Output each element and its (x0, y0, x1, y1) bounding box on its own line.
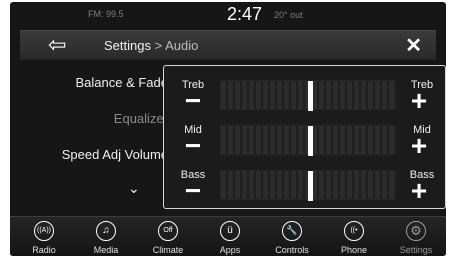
wrench-icon: 🔧 (282, 221, 302, 241)
bass-decrease-button[interactable]: − (173, 177, 213, 206)
menu-item-equalizer[interactable]: Equalizer (20, 111, 168, 126)
nav-controls-label: Controls (275, 245, 309, 255)
nav-climate[interactable]: Off Climate (140, 217, 196, 256)
mid-slider[interactable] (220, 125, 396, 156)
apps-icon: ü (220, 221, 240, 241)
outside-temperature: 20° out (274, 10, 303, 20)
eq-band-treble: Treb − Treb + (164, 74, 445, 115)
mid-decrease-button[interactable]: − (173, 132, 213, 161)
bass-slider[interactable] (220, 170, 396, 201)
treble-increase-button[interactable]: + (399, 87, 439, 116)
radio-station-readout: FM: 99.5 (88, 9, 124, 19)
clock: 2:47 (227, 4, 263, 24)
nav-climate-label: Climate (152, 245, 184, 255)
climate-off-icon: Off (158, 221, 178, 241)
chevron-down-icon[interactable]: ⌄ (128, 180, 140, 197)
bottom-navbar: ((A)) Radio ♫ Media Off Climate ü Apps 🔧… (10, 216, 446, 256)
breadcrumb: Settings > Audio (104, 38, 198, 53)
menu-item-speed-adj-volume[interactable]: Speed Adj Volume (20, 147, 168, 162)
treble-decrease-button[interactable]: − (173, 87, 213, 116)
nav-phone[interactable]: ((• Phone (326, 217, 382, 256)
nav-media-label: Media (93, 245, 119, 255)
gear-icon: ⚙ (406, 221, 426, 241)
mid-increase-button[interactable]: + (399, 132, 439, 161)
nav-media[interactable]: ♫ Media (78, 217, 134, 256)
nav-settings-label: Settings (399, 245, 433, 255)
bass-increase-button[interactable]: + (399, 177, 439, 206)
breadcrumb-audio: Audio (165, 38, 199, 53)
status-bar: FM: 99.5 2:47 20° out (10, 2, 446, 27)
menu-item-balance-fade[interactable]: Balance & Fade (20, 75, 168, 90)
radio-icon: ((A)) (34, 221, 54, 241)
nav-settings[interactable]: ⚙ Settings (388, 217, 444, 256)
equalizer-panel: Treb − Treb + Mid − Mid + Bass − Bass + (163, 65, 446, 209)
nav-radio-label: Radio (32, 245, 56, 255)
nav-phone-label: Phone (340, 245, 368, 255)
uconnect-screen: FM: 99.5 2:47 20° out ⇦ Settings > Audio… (10, 2, 446, 256)
phone-icon: ((• (344, 221, 364, 241)
breadcrumb-settings: Settings (104, 38, 151, 53)
nav-radio[interactable]: ((A)) Radio (16, 217, 72, 256)
nav-controls[interactable]: 🔧 Controls (264, 217, 320, 256)
treble-slider[interactable] (220, 80, 396, 111)
mid-slider-thumb[interactable] (308, 126, 313, 156)
eq-band-bass: Bass − Bass + (164, 164, 445, 205)
treble-slider-thumb[interactable] (308, 81, 313, 111)
breadcrumb-separator: > (154, 38, 163, 53)
page-header: ⇦ Settings > Audio ✕ (20, 30, 436, 60)
eq-band-mid: Mid − Mid + (164, 119, 445, 160)
nav-apps-label: Apps (219, 245, 241, 255)
bass-slider-thumb[interactable] (308, 171, 313, 201)
nav-apps[interactable]: ü Apps (202, 217, 258, 256)
close-icon[interactable]: ✕ (405, 34, 422, 58)
music-note-icon: ♫ (96, 221, 116, 241)
back-arrow-icon[interactable]: ⇦ (48, 33, 66, 57)
